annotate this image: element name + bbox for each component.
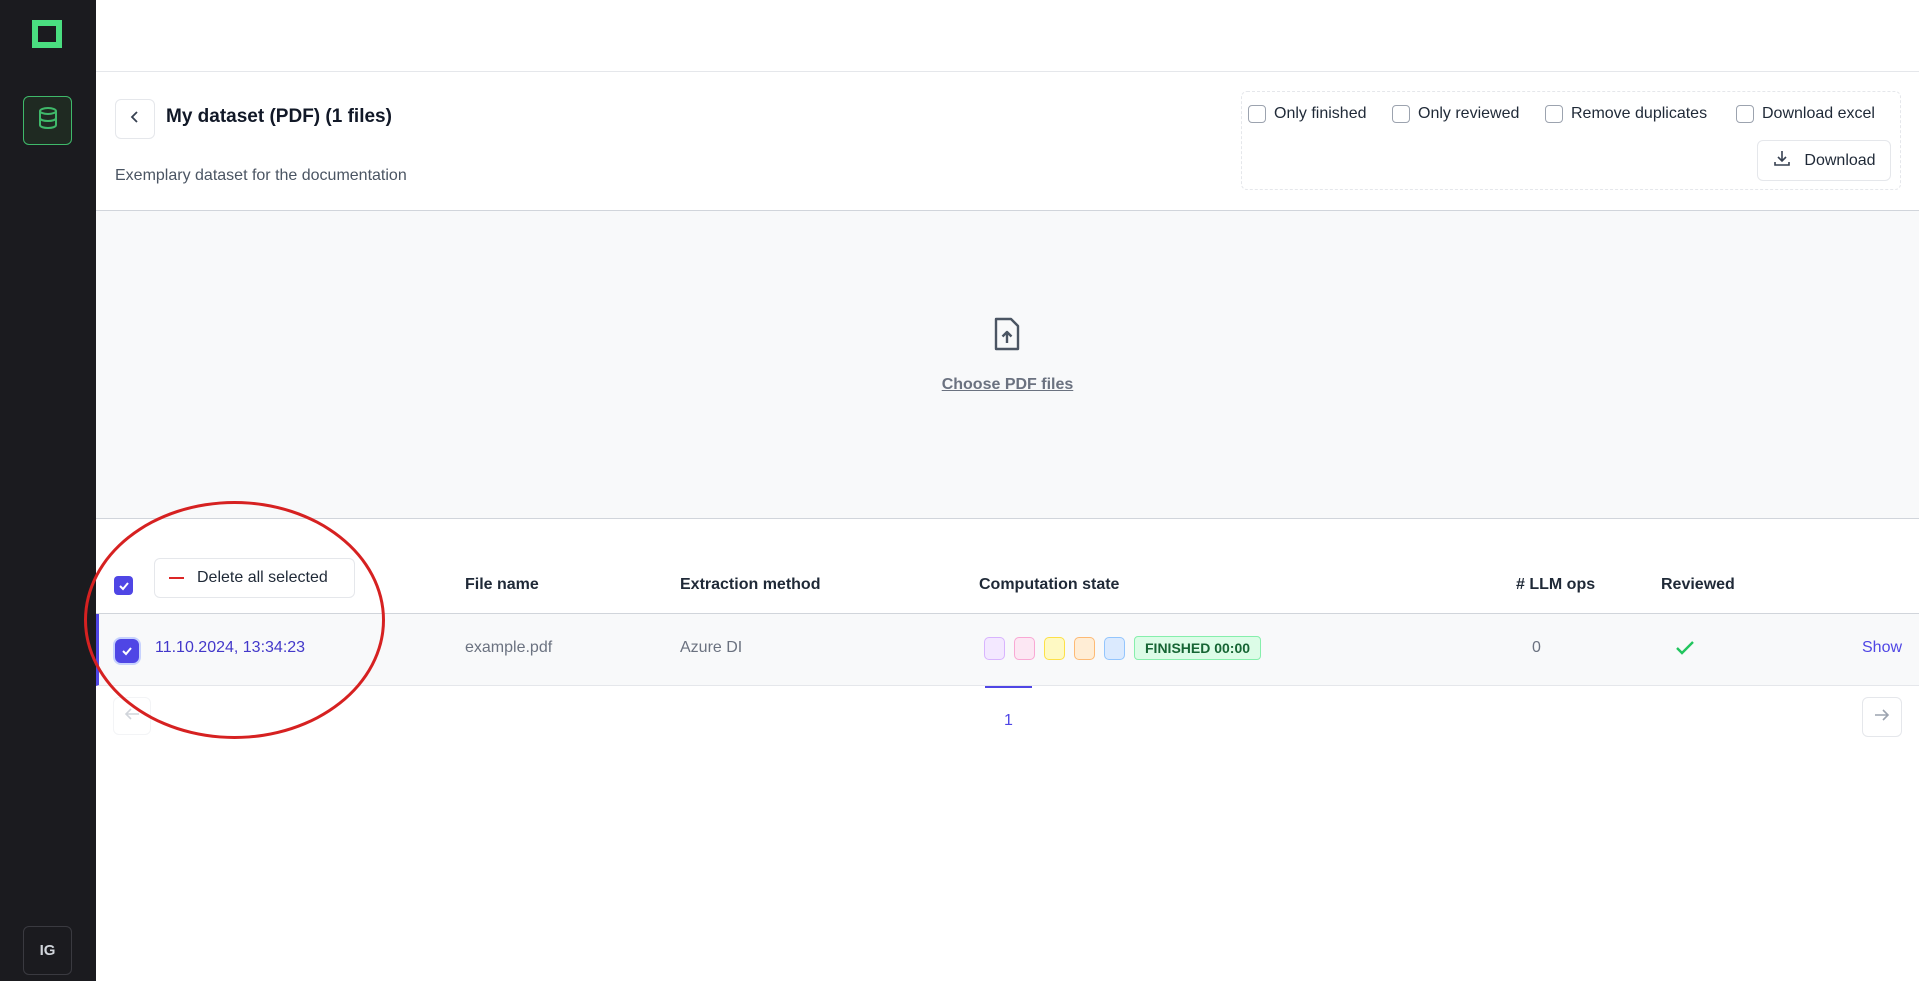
- minus-icon: [169, 577, 184, 579]
- select-all-checkbox[interactable]: [114, 576, 133, 595]
- table-row[interactable]: 11.10.2024, 13:34:23 example.pdf Azure D…: [96, 614, 1919, 686]
- column-header-computation-state[interactable]: Computation state: [979, 576, 1119, 594]
- download-excel-option[interactable]: Download excel: [1736, 105, 1875, 123]
- pagination: 1: [96, 686, 1919, 756]
- only-finished-option[interactable]: Only finished: [1248, 105, 1367, 123]
- row-file-name: example.pdf: [465, 639, 553, 656]
- column-header-reviewed[interactable]: Reviewed: [1661, 576, 1735, 594]
- remove-duplicates-option[interactable]: Remove duplicates: [1545, 105, 1707, 123]
- remove-duplicates-checkbox[interactable]: [1545, 105, 1563, 123]
- file-upload-dropzone[interactable]: Choose PDF files: [96, 211, 1919, 519]
- column-header-extraction-method[interactable]: Extraction method: [680, 576, 820, 594]
- download-excel-checkbox[interactable]: [1736, 105, 1754, 123]
- arrow-left-icon: [124, 707, 140, 726]
- step-chip-purple: [984, 636, 1005, 660]
- choose-pdf-files-link[interactable]: Choose PDF files: [96, 376, 1919, 394]
- top-bar: [96, 0, 1919, 72]
- only-reviewed-option[interactable]: Only reviewed: [1392, 105, 1519, 123]
- reviewed-check-icon: [1675, 639, 1695, 662]
- row-extraction-method: Azure DI: [680, 639, 743, 656]
- main-content: My dataset (PDF) (1 files) Exemplary dat…: [96, 0, 1919, 981]
- step-chip-orange: [1074, 636, 1095, 660]
- row-llm-ops: 0: [1532, 639, 1541, 656]
- row-select-checkbox[interactable]: [115, 639, 139, 663]
- column-header-llm-ops[interactable]: # LLM ops: [1516, 576, 1595, 594]
- sidebar: IG: [0, 0, 96, 981]
- delete-all-selected-button[interactable]: Delete all selected: [154, 558, 355, 598]
- download-button[interactable]: Download: [1757, 140, 1891, 181]
- back-button[interactable]: [115, 99, 155, 139]
- next-page-button[interactable]: [1862, 697, 1902, 737]
- table-header: Delete all selected File name Extraction…: [96, 519, 1919, 614]
- page-title: My dataset (PDF) (1 files): [166, 106, 392, 127]
- row-show-link[interactable]: Show: [1862, 639, 1902, 657]
- only-finished-checkbox[interactable]: [1248, 105, 1266, 123]
- only-reviewed-checkbox[interactable]: [1392, 105, 1410, 123]
- download-icon: [1772, 148, 1792, 173]
- computation-state-steps: FINISHED 00:00: [984, 636, 1262, 660]
- download-options-panel: Only finished Only reviewed Remove dupli…: [1241, 91, 1901, 190]
- row-created-date-link[interactable]: 11.10.2024, 13:34:23: [155, 639, 305, 657]
- step-chip-yellow: [1044, 636, 1065, 660]
- dataset-description: Exemplary dataset for the documentation: [115, 167, 407, 184]
- column-header-file-name[interactable]: File name: [465, 576, 539, 594]
- database-icon: [37, 106, 59, 135]
- step-chip-blue: [1104, 636, 1125, 660]
- sidebar-item-datasets[interactable]: [23, 96, 72, 145]
- file-upload-icon: [992, 316, 1022, 357]
- arrow-right-icon: [1874, 708, 1890, 727]
- status-badge: FINISHED 00:00: [1134, 636, 1262, 660]
- dataset-header: My dataset (PDF) (1 files) Exemplary dat…: [96, 72, 1919, 211]
- chevron-left-icon: [128, 110, 142, 129]
- previous-page-button[interactable]: [113, 697, 151, 735]
- app-window: IG My dataset (PDF) (1 files) Exemplary …: [0, 0, 1919, 981]
- page-number-current[interactable]: 1: [985, 686, 1032, 730]
- step-chip-pink: [1014, 636, 1035, 660]
- app-logo-icon[interactable]: [31, 19, 63, 49]
- user-avatar-button[interactable]: IG: [23, 926, 72, 975]
